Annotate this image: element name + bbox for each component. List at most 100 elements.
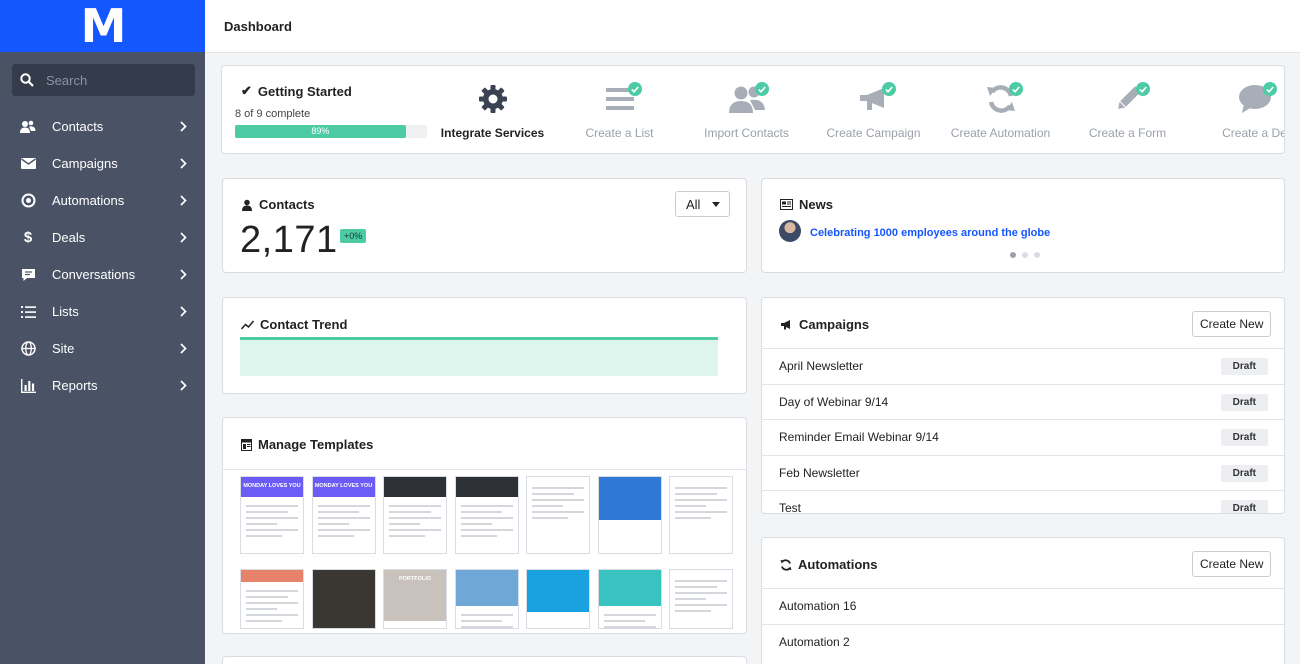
onboarding-step-label: Create a De bbox=[1222, 126, 1285, 140]
automation-name: Automation 16 bbox=[779, 599, 857, 614]
template-thumbnail[interactable]: MONDAY LOVES YOU bbox=[240, 476, 304, 554]
sidebar-item-contacts[interactable]: Contacts bbox=[0, 108, 205, 145]
contacts-title-text: Contacts bbox=[259, 197, 315, 212]
template-body-lines bbox=[603, 614, 656, 628]
template-header-band bbox=[241, 570, 303, 582]
sidebar-item-conversations[interactable]: Conversations bbox=[0, 256, 205, 293]
status-badge: Draft bbox=[1220, 393, 1268, 411]
status-badge: Draft bbox=[1220, 358, 1268, 375]
template-body-lines bbox=[675, 487, 727, 523]
news-card: News Celebrating 1000 employees around t… bbox=[761, 178, 1285, 273]
logo[interactable]: M bbox=[0, 0, 205, 52]
sidebar-nav: Contacts Campaigns Automations $ Deals Conver… bbox=[0, 108, 205, 404]
progress-text: 8 of 9 complete bbox=[235, 108, 311, 120]
sidebar-item-label: Contacts bbox=[52, 119, 104, 134]
sidebar-item-label: Deals bbox=[52, 230, 86, 245]
sidebar-item-label: Conversations bbox=[52, 267, 136, 282]
create-campaign-button[interactable]: Create New bbox=[1192, 311, 1272, 337]
automations-card: Automations Create New Automation 16 Auto… bbox=[761, 537, 1285, 664]
template-thumbnail[interactable] bbox=[526, 476, 590, 554]
getting-started-title-text: Getting Started bbox=[257, 83, 352, 99]
template-thumbnail[interactable] bbox=[597, 476, 662, 554]
template-body-lines bbox=[460, 614, 513, 628]
carousel-dot[interactable] bbox=[1010, 252, 1016, 258]
sidebar-item-lists[interactable]: Lists bbox=[0, 293, 205, 330]
list-icon bbox=[20, 304, 36, 320]
campaign-row[interactable]: Reminder Email Webinar 9/14 Draft bbox=[762, 419, 1284, 455]
dollar-icon: $ bbox=[23, 229, 33, 246]
campaigns-title-text: Campaigns bbox=[799, 317, 870, 332]
check-circle-icon bbox=[1262, 82, 1277, 96]
template-body-lines bbox=[675, 580, 727, 616]
news-headline-link[interactable]: Celebrating 1000 employees around the gl… bbox=[810, 227, 1050, 239]
sidebar-item-reports[interactable]: Reports bbox=[0, 367, 205, 404]
progress-bar: 89% bbox=[235, 125, 427, 138]
template-thumbnail[interactable] bbox=[454, 569, 519, 629]
sidebar-item-automations[interactable]: Automations bbox=[0, 182, 205, 219]
sidebar-item-deals[interactable]: $ Deals bbox=[0, 219, 205, 256]
carousel-dot[interactable] bbox=[1022, 252, 1028, 258]
template-thumbnail[interactable]: MONDAY LOVES YOU bbox=[311, 476, 376, 554]
carousel-dot[interactable] bbox=[1034, 252, 1040, 258]
chevron-right-icon bbox=[180, 158, 187, 169]
contact-trend-title: Contact Trend bbox=[241, 317, 347, 332]
getting-started-title: ✔ Getting Started bbox=[241, 83, 352, 99]
automation-name: Automation 2 bbox=[779, 634, 850, 649]
news-card-title: News bbox=[780, 197, 833, 212]
onboarding-step[interactable]: Import Contacts bbox=[683, 80, 810, 140]
onboarding-step[interactable]: Create a Form bbox=[1064, 80, 1191, 140]
template-thumbnail[interactable] bbox=[597, 569, 662, 629]
automations-card-title: Automations bbox=[780, 557, 877, 572]
checkmark-icon: ✔ bbox=[241, 83, 252, 98]
sidebar: M Contacts Campaigns Automations $ Deals Conv… bbox=[0, 0, 205, 664]
automation-row[interactable]: Automation 2 bbox=[762, 623, 1284, 660]
onboarding-step-label: Import Contacts bbox=[704, 126, 789, 140]
onboarding-step[interactable]: Create a List bbox=[556, 80, 683, 140]
campaigns-card-title: Campaigns bbox=[780, 317, 869, 332]
bottom-card bbox=[222, 656, 747, 664]
chevron-right-icon bbox=[180, 380, 187, 391]
campaign-name: Day of Webinar 9/14 bbox=[779, 394, 889, 409]
campaign-row[interactable]: Day of Webinar 9/14 Draft bbox=[762, 383, 1284, 420]
automation-icon bbox=[20, 193, 36, 209]
top-header: Dashboard bbox=[205, 0, 1300, 53]
template-thumb-text: MONDAY LOVES YOU bbox=[314, 483, 373, 489]
chevron-right-icon bbox=[180, 306, 187, 317]
template-thumbnail[interactable] bbox=[311, 569, 376, 629]
onboarding-step[interactable]: Create a De bbox=[1191, 80, 1285, 140]
onboarding-step[interactable]: Create Automation bbox=[937, 80, 1064, 140]
onboarding-step[interactable]: Create Campaign bbox=[810, 80, 937, 140]
check-circle-icon bbox=[627, 82, 642, 96]
progress-fill: 89% bbox=[235, 125, 406, 138]
bar-chart-icon bbox=[20, 378, 36, 394]
logo-text: M bbox=[80, 0, 127, 53]
templates-card: Manage Templates MONDAY LOVES YOU MONDAY … bbox=[222, 417, 747, 634]
template-thumb-text: MONDAY LOVES YOU bbox=[243, 483, 301, 489]
automation-row[interactable]: Automation 16 bbox=[762, 588, 1284, 624]
template-thumbnail[interactable] bbox=[383, 476, 447, 554]
chevron-right-icon bbox=[180, 232, 187, 243]
template-thumbnail[interactable] bbox=[669, 569, 733, 629]
campaign-row[interactable]: Feb Newsletter Draft bbox=[762, 454, 1284, 491]
template-thumbnail[interactable] bbox=[669, 476, 733, 554]
onboarding-step[interactable]: Integrate Services bbox=[429, 80, 556, 140]
contact-trend-card: Contact Trend bbox=[222, 297, 747, 394]
check-circle-icon bbox=[1008, 82, 1023, 96]
users-icon bbox=[723, 80, 771, 118]
check-circle-icon bbox=[881, 82, 896, 96]
search-input[interactable] bbox=[46, 72, 176, 88]
newspaper-icon bbox=[780, 199, 793, 210]
sidebar-item-campaigns[interactable]: Campaigns bbox=[0, 145, 205, 182]
template-thumbnail[interactable] bbox=[526, 569, 590, 629]
campaign-row[interactable]: April Newsletter Draft bbox=[762, 348, 1284, 384]
template-thumbnail[interactable]: PORTFOLIO bbox=[383, 569, 447, 629]
campaign-row[interactable]: Test Draft bbox=[762, 490, 1284, 513]
create-automation-button[interactable]: Create New bbox=[1192, 551, 1272, 577]
sidebar-item-site[interactable]: Site bbox=[0, 330, 205, 367]
carousel-dots bbox=[1010, 252, 1040, 258]
template-thumbnail[interactable] bbox=[454, 476, 519, 554]
contacts-filter-select[interactable]: All bbox=[675, 191, 730, 217]
sidebar-item-label: Automations bbox=[52, 193, 125, 208]
contact-trend-title-text: Contact Trend bbox=[260, 317, 348, 332]
template-thumbnail[interactable] bbox=[240, 569, 304, 629]
